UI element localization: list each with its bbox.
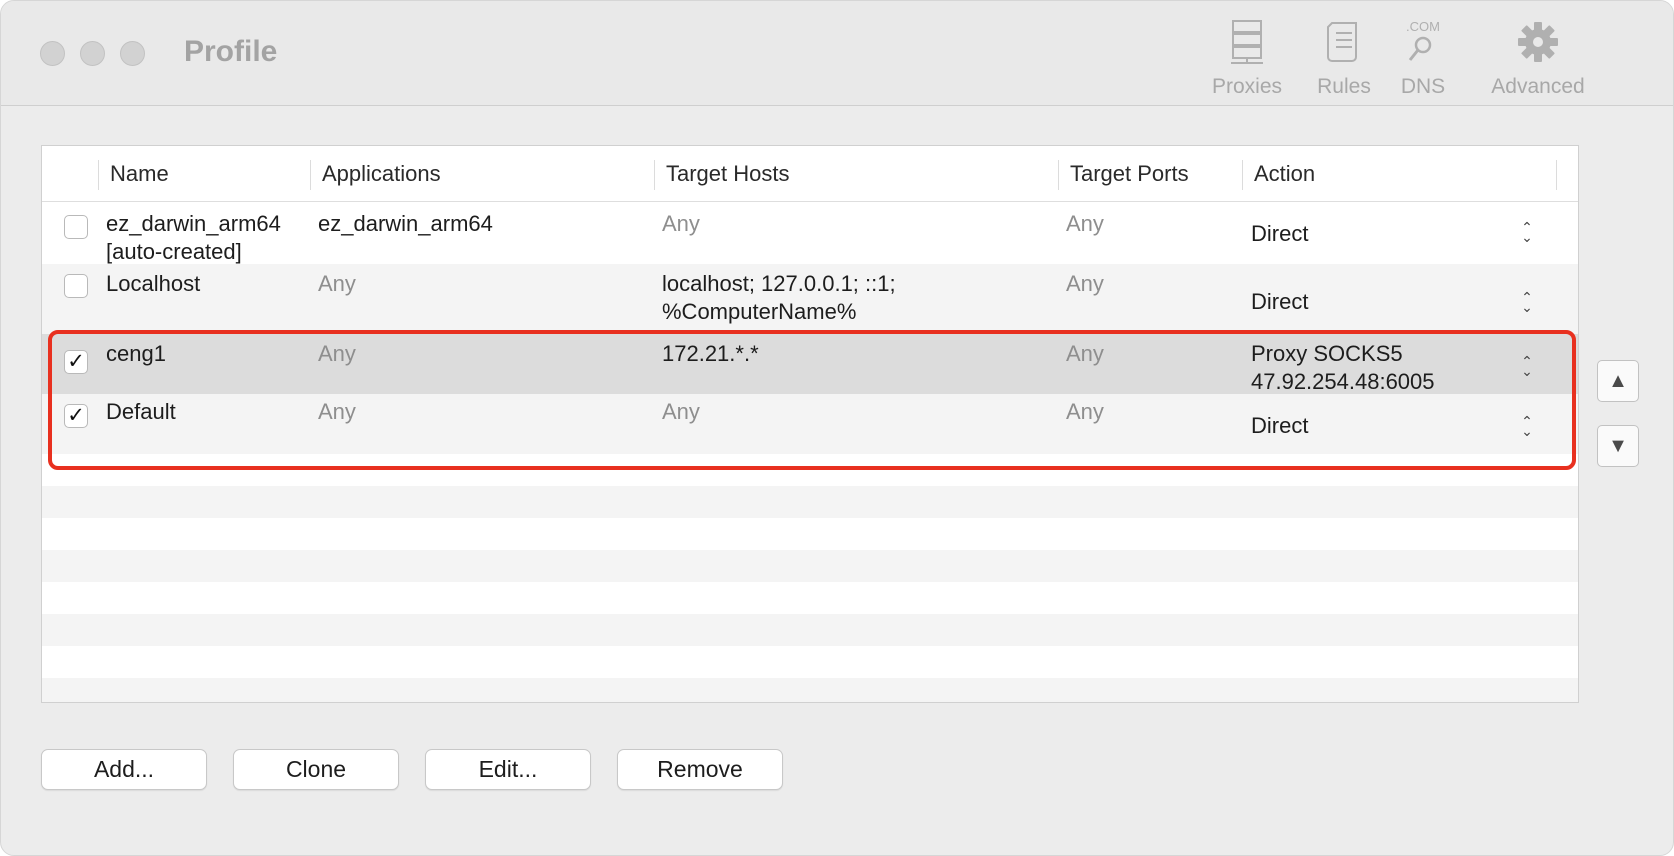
row-target-hosts: Any [662, 211, 700, 236]
table-row-selected[interactable]: ✓ ceng1 Any 172.21.*.* Any Proxy SOCKS5 4… [42, 334, 1578, 394]
column-header-name[interactable]: Name [100, 146, 169, 202]
empty-row [42, 486, 1578, 518]
chevron-updown-icon[interactable]: ⌃ ⌄ [1520, 414, 1534, 438]
minimize-window-button[interactable] [80, 41, 105, 66]
close-window-button[interactable] [40, 41, 65, 66]
empty-row [42, 582, 1578, 614]
column-separator [310, 160, 311, 190]
row-applications: Any [318, 341, 356, 366]
chevron-updown-icon[interactable]: ⌃ ⌄ [1520, 354, 1534, 378]
add-button[interactable]: Add... [41, 749, 207, 790]
empty-row [42, 614, 1578, 646]
rules-table: Name Applications Target Hosts Target Po… [41, 145, 1579, 703]
row-applications: Any [318, 399, 356, 424]
row-target-ports: Any [1066, 211, 1104, 236]
zoom-window-button[interactable] [120, 41, 145, 66]
toolbar-dns-button[interactable]: .COM DNS [1395, 19, 1451, 99]
table-header: Name Applications Target Hosts Target Po… [42, 146, 1578, 202]
toolbar-advanced-button[interactable]: Advanced [1468, 19, 1608, 99]
row-enable-checkbox[interactable]: ✓ [64, 350, 88, 374]
chevron-updown-icon[interactable]: ⌃ ⌄ [1520, 220, 1534, 244]
clone-button[interactable]: Clone [233, 749, 399, 790]
toolbar-advanced-label: Advanced [1491, 75, 1585, 98]
column-separator [1058, 160, 1059, 190]
toolbar-rules-label: Rules [1317, 75, 1371, 98]
column-header-target-hosts[interactable]: Target Hosts [656, 146, 790, 202]
column-separator [98, 160, 99, 190]
column-header-target-ports[interactable]: Target Ports [1060, 146, 1189, 202]
column-header-applications[interactable]: Applications [312, 146, 441, 202]
row-action-select[interactable]: Proxy SOCKS5 47.92.254.48:6005 [1251, 340, 1435, 396]
move-up-button[interactable]: ▲ [1597, 360, 1639, 402]
svg-text:.COM: .COM [1406, 19, 1440, 34]
row-action-select[interactable]: Direct [1251, 220, 1308, 248]
table-row[interactable]: Localhost Any localhost; 127.0.0.1; ::1;… [42, 264, 1578, 334]
row-target-hosts: 172.21.*.* [662, 341, 759, 366]
row-name: ceng1 [106, 341, 166, 366]
row-action-select[interactable]: Direct [1251, 288, 1308, 316]
column-separator [1556, 160, 1557, 190]
edit-button[interactable]: Edit... [425, 749, 591, 790]
row-name: Default [106, 399, 176, 424]
empty-row [42, 454, 1578, 486]
empty-row [42, 550, 1578, 582]
chevron-updown-icon[interactable]: ⌃ ⌄ [1520, 290, 1534, 314]
empty-row [42, 678, 1578, 702]
empty-row [42, 518, 1578, 550]
remove-button[interactable]: Remove [617, 749, 783, 790]
row-action-select[interactable]: Direct [1251, 412, 1308, 440]
row-enable-checkbox[interactable]: ✓ [64, 404, 88, 428]
table-row[interactable]: ez_darwin_arm64 [auto-created] ez_darwin_… [42, 202, 1578, 264]
row-applications: ez_darwin_arm64 [318, 211, 493, 236]
dns-icon: .COM [1406, 19, 1440, 61]
table-row[interactable]: ✓ Default Any Any Any Direct ⌃ ⌄ [42, 394, 1578, 454]
row-target-hosts: localhost; 127.0.0.1; ::1; %ComputerName% [662, 271, 896, 324]
server-icon [1231, 20, 1263, 64]
column-separator [654, 160, 655, 190]
toolbar-rules-button[interactable]: Rules [1311, 19, 1377, 99]
toolbar-dns-label: DNS [1400, 75, 1446, 98]
row-name: Localhost [106, 271, 201, 296]
move-down-button[interactable]: ▼ [1597, 425, 1639, 467]
gear-icon [1518, 22, 1558, 62]
title-bar: Profile Proxies Rules .COM DNS Advanced [1, 1, 1673, 106]
row-target-hosts: Any [662, 399, 700, 424]
toolbar-proxies-label: Proxies [1211, 75, 1283, 98]
row-target-ports: Any [1066, 341, 1104, 366]
empty-row [42, 646, 1578, 678]
row-name: ez_darwin_arm64 [auto-created] [106, 211, 281, 264]
column-separator [1242, 160, 1243, 190]
row-target-ports: Any [1066, 399, 1104, 424]
row-applications: Any [318, 271, 356, 296]
column-header-action[interactable]: Action [1244, 146, 1315, 202]
row-enable-checkbox[interactable] [64, 274, 88, 298]
row-target-ports: Any [1066, 271, 1104, 296]
window-title: Profile [184, 35, 278, 68]
toolbar-proxies-button[interactable]: Proxies [1201, 19, 1293, 99]
profile-window: Profile Proxies Rules .COM DNS Advanced … [0, 0, 1674, 856]
document-icon [1327, 22, 1357, 62]
row-enable-checkbox[interactable] [64, 215, 88, 239]
